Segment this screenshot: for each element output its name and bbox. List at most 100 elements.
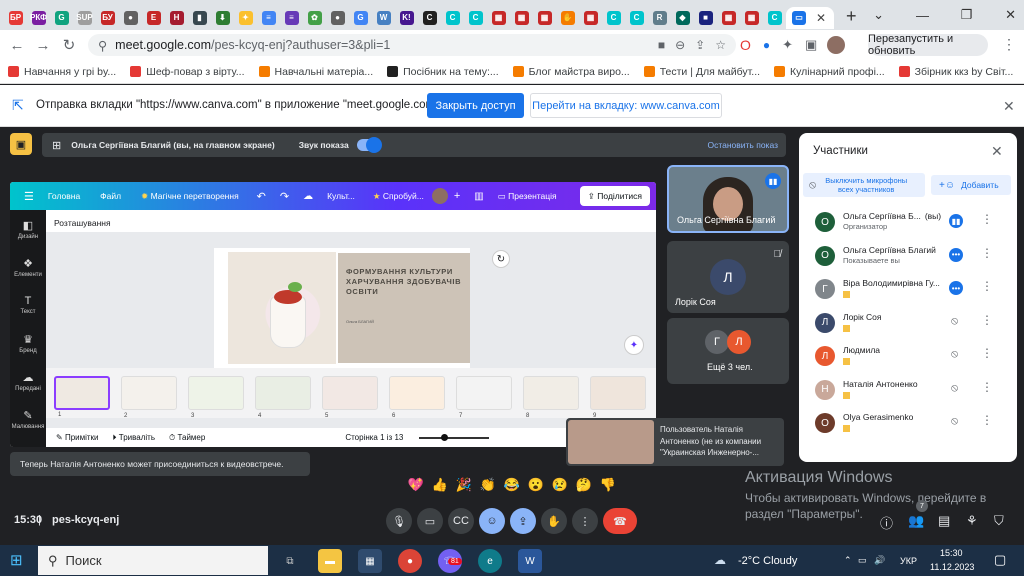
participant-row[interactable]: O Olya Gerasimenko ⦸ ⋮: [815, 410, 1005, 440]
collaborator-avatar[interactable]: [431, 188, 448, 204]
browser-tab[interactable]: H: [165, 7, 188, 29]
page-thumbnail[interactable]: 1: [54, 376, 110, 418]
edge-icon[interactable]: e: [478, 549, 502, 573]
redo-icon[interactable]: ↷: [280, 190, 289, 203]
participant-menu-icon[interactable]: ⋮: [981, 313, 993, 327]
browser-tab[interactable]: C: [625, 7, 648, 29]
participant-row[interactable]: Н Наталія Антоненко ⦸ ⋮: [815, 377, 1005, 407]
address-bar[interactable]: ⚲ meet.google.com/pes-kcyq-enj?authuser=…: [88, 34, 736, 56]
browser-tab[interactable]: ▦: [717, 7, 740, 29]
magic-switch-button[interactable]: ✹ Магічне перетворення: [141, 191, 239, 202]
extension-dot-icon[interactable]: ●: [763, 38, 770, 52]
page-thumbnail[interactable]: 2: [121, 376, 177, 419]
side-panel-icon[interactable]: ▣: [805, 37, 817, 53]
volume-icon[interactable]: 🔊: [874, 555, 885, 566]
browser-tab[interactable]: C: [763, 7, 786, 29]
try-pro-button[interactable]: ★ Спробуй...: [373, 191, 424, 202]
browser-tab[interactable]: РКФ: [27, 7, 50, 29]
mute-all-button[interactable]: ⦸ Выключить микрофоны всех участников: [803, 173, 925, 197]
participant-row[interactable]: О Ольга Сергіївна Благий Показываете вы •••…: [815, 243, 1005, 273]
captions-button[interactable]: CC: [448, 508, 474, 534]
new-tab-button[interactable]: +: [846, 6, 857, 27]
close-icon[interactable]: ✕: [991, 143, 1003, 160]
reaction-emoji[interactable]: 👎: [596, 477, 620, 493]
store-icon[interactable]: ▦: [358, 549, 382, 573]
page-thumbnail[interactable]: 6: [389, 376, 445, 419]
browser-tab[interactable]: ▦: [740, 7, 763, 29]
browser-tab[interactable]: SUP: [73, 7, 96, 29]
more-participants-tile[interactable]: Г Л Ещё 3 чел.: [667, 318, 789, 384]
browser-tab[interactable]: БР: [4, 7, 27, 29]
minimize-button[interactable]: —: [901, 8, 945, 23]
opera-icon[interactable]: O: [740, 37, 751, 53]
browser-tab[interactable]: E: [142, 7, 165, 29]
add-collaborator-icon[interactable]: +: [454, 190, 460, 202]
bookmark-item[interactable]: Навчальні матеріа...: [258, 66, 373, 78]
browser-tab[interactable]: ●: [326, 7, 349, 29]
tab-search-icon[interactable]: ⌄: [857, 7, 901, 23]
word-icon[interactable]: W: [518, 549, 542, 573]
browser-tab[interactable]: ●: [119, 7, 142, 29]
timer-button[interactable]: ⏱ Таймер: [169, 433, 205, 443]
menu-file[interactable]: Файл: [100, 191, 121, 201]
bookmark-item[interactable]: Кулінарний профі...: [774, 66, 885, 78]
browser-tab[interactable]: ▦: [487, 7, 510, 29]
more-options-button[interactable]: ⋮: [572, 508, 598, 534]
profile-avatar[interactable]: [827, 36, 846, 54]
canva-side-item[interactable]: ❖ Елементи: [10, 248, 46, 286]
self-video-tile[interactable]: ▮▮ Ольга Сергіївна Благий: [667, 165, 789, 233]
camera-icon[interactable]: ■: [658, 38, 665, 52]
browser-tab[interactable]: ≡: [280, 7, 303, 29]
mic-button[interactable]: 🎙: [386, 508, 412, 534]
browser-tab[interactable]: W: [372, 7, 395, 29]
notes-button[interactable]: ✎ Примітки: [56, 433, 99, 442]
design-title[interactable]: Культ...: [327, 191, 355, 201]
browser-tab[interactable]: ▭ ✕: [786, 6, 834, 29]
raise-hand-button[interactable]: ✋: [541, 508, 567, 534]
taskbar-search[interactable]: ⚲ Поиск: [38, 546, 268, 575]
task-view-icon[interactable]: ⧉: [278, 549, 302, 573]
file-explorer-icon[interactable]: ▬: [318, 549, 342, 573]
canva-side-item[interactable]: ☁ Передані: [10, 362, 46, 400]
participant-menu-icon[interactable]: ⋮: [981, 246, 993, 260]
page-thumbnail[interactable]: 4: [255, 376, 311, 419]
add-people-button[interactable]: +☺ Добавить: [931, 175, 1011, 195]
people-icon[interactable]: 👥: [908, 513, 924, 529]
layout-label[interactable]: Розташування: [46, 210, 656, 232]
participant-row[interactable]: О Ольга Сергіївна Б... (вы) Организатор ▮▮ ⋮: [815, 209, 1005, 239]
share-button[interactable]: ⇪ Поділитися: [579, 186, 650, 206]
magic-assist-icon[interactable]: ✦: [624, 335, 644, 355]
reaction-emoji[interactable]: 🤔: [572, 477, 596, 493]
bookmark-star-icon[interactable]: ☆: [715, 38, 726, 52]
menu-icon[interactable]: ⋮: [1002, 36, 1016, 53]
canva-side-item[interactable]: ◧ Дизайн: [10, 210, 46, 248]
present-button[interactable]: ▭ Презентація: [498, 191, 557, 202]
reload-icon[interactable]: ↻: [56, 36, 82, 54]
more-actions-icon[interactable]: •••: [949, 281, 963, 295]
browser-tab[interactable]: ■: [694, 7, 717, 29]
browser-tab[interactable]: ≡: [257, 7, 280, 29]
participant-row[interactable]: Г Віра Володимирівна Гу... ••• ⋮: [815, 276, 1005, 306]
notifications-icon[interactable]: ▢: [994, 552, 1006, 568]
zoom-icon[interactable]: ⊖: [675, 38, 685, 52]
reaction-emoji[interactable]: 😂: [500, 477, 524, 493]
bookmark-item[interactable]: Посібник на тему:...: [387, 66, 499, 78]
restore-button[interactable]: ❐: [945, 7, 989, 23]
network-icon[interactable]: ▭: [858, 555, 867, 566]
external-user-popup[interactable]: Пользователь Наталія Антоненко (не из ко…: [566, 418, 784, 466]
menu-home[interactable]: Головна: [48, 191, 80, 201]
browser-tab[interactable]: ▦: [579, 7, 602, 29]
browser-tab[interactable]: C: [418, 7, 441, 29]
canva-side-item[interactable]: ✎ Малювання: [10, 400, 46, 438]
browser-tab[interactable]: K!: [395, 7, 418, 29]
leave-call-button[interactable]: ☎: [603, 508, 637, 534]
reaction-emoji[interactable]: 👏: [476, 477, 500, 493]
page-thumbnail[interactable]: 5: [322, 376, 378, 419]
page-thumbnail[interactable]: 8: [523, 376, 579, 419]
slide-canvas[interactable]: ФОРМУВАННЯ КУЛЬТУРИ ХАРЧУВАННЯ ЗДОБУВАЧІ…: [214, 248, 470, 368]
browser-tab[interactable]: ✋: [556, 7, 579, 29]
browser-tab[interactable]: R: [648, 7, 671, 29]
reaction-emoji[interactable]: 👍: [428, 477, 452, 493]
browser-tab[interactable]: G: [50, 7, 73, 29]
chat-icon[interactable]: ▤: [938, 513, 950, 529]
